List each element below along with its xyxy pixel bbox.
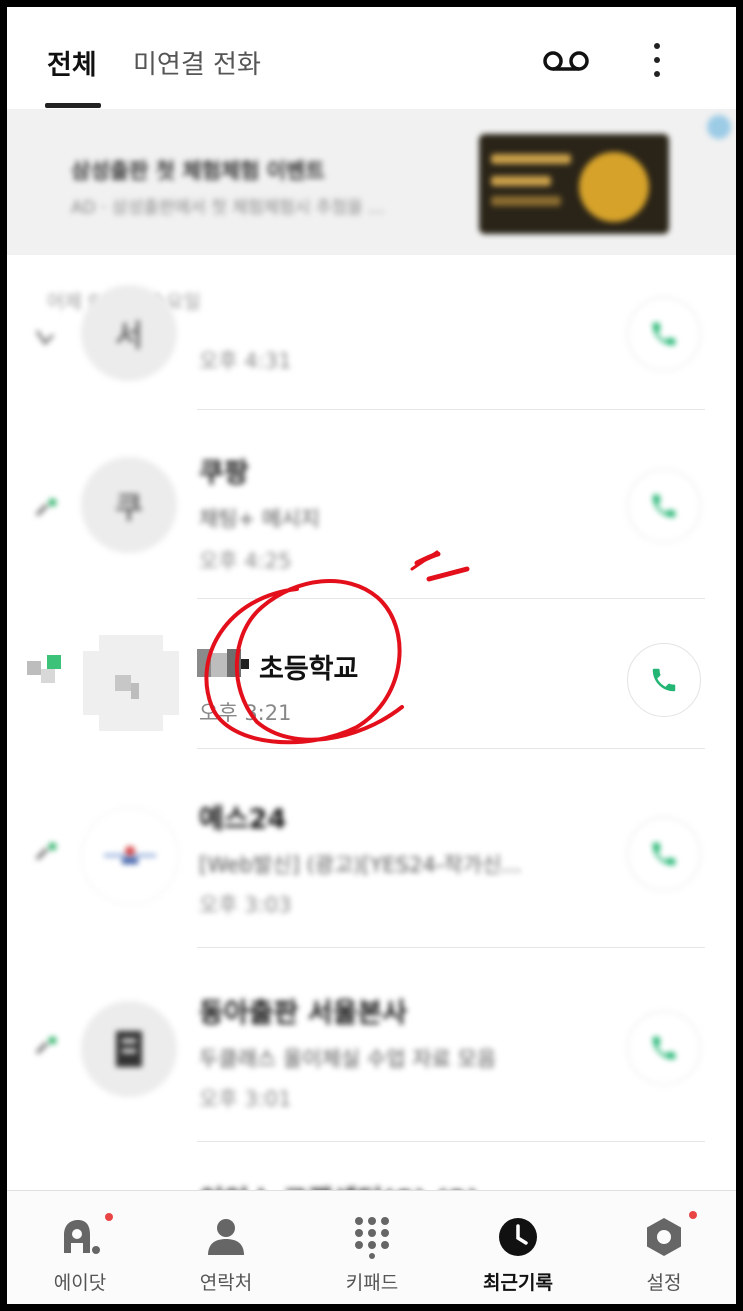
tab-all[interactable]: 전체: [47, 43, 97, 82]
call-row[interactable]: 예스24 [Web발신] (광고)[YES24-작가신... 오후 3:03: [7, 777, 736, 948]
call-row[interactable]: 서 오후 4:31: [7, 285, 736, 417]
nav-label: 연락처: [199, 1272, 253, 1294]
call-button[interactable]: [627, 817, 701, 891]
row-divider: [197, 748, 705, 749]
avatar-dongah-logo: [81, 1001, 177, 1097]
nav-contacts[interactable]: 연락처: [153, 1191, 299, 1304]
keypad-icon: [355, 1217, 389, 1259]
contact-name: 예스24: [199, 804, 287, 835]
call-type-icon-pixelated: [27, 661, 41, 675]
call-time: 오후 3:21: [199, 701, 292, 725]
phone-icon: [652, 322, 676, 346]
nav-settings[interactable]: 설정: [591, 1191, 736, 1304]
incoming-call-icon: [35, 843, 56, 861]
avatar: 서: [81, 285, 177, 381]
call-row-highlighted[interactable]: 초등학교 오후 3:21: [7, 599, 736, 749]
call-time: 오후 4:25: [199, 549, 292, 573]
ad-info-icon[interactable]: [707, 115, 731, 139]
call-detail: 두클래스 올이체실 수업 자료 모음: [199, 1047, 497, 1071]
avatar-pixelated: [83, 635, 179, 731]
name-redaction: [197, 649, 261, 679]
call-button[interactable]: [627, 643, 701, 717]
ad-banner[interactable]: 삼성출판 첫 체험체험 이벤트 AD · 삼성출판에서 첫 체험체험시 추첨을 …: [7, 109, 736, 255]
notification-dot: [105, 1213, 113, 1221]
top-bar: 전체 미연결 전화: [7, 7, 736, 109]
ad-subtitle: AD · 삼성출판에서 첫 체험체험시 추첨을 ...: [71, 198, 385, 218]
row-divider: [197, 947, 705, 948]
avatar: 쿠: [81, 457, 177, 553]
nav-label: 설정: [646, 1272, 682, 1294]
call-button[interactable]: [627, 1011, 701, 1085]
call-time: 오후 3:03: [199, 893, 292, 917]
avatar-yes24-logo: [81, 807, 179, 905]
settings-icon: [647, 1218, 681, 1256]
nav-keypad[interactable]: 키패드: [299, 1191, 445, 1304]
contact-name: 초등학교: [259, 654, 359, 685]
tab-active-indicator: [45, 103, 101, 108]
notification-dot: [689, 1211, 697, 1219]
more-vertical-icon[interactable]: [651, 43, 663, 83]
nav-label: 키패드: [345, 1272, 399, 1294]
row-divider: [197, 409, 705, 410]
nav-label: 최근기록: [483, 1272, 553, 1294]
call-row[interactable]: 쿠 쿠팡 채팅+ 메시지 오후 4:25: [7, 427, 736, 599]
outgoing-call-icon: [35, 330, 55, 346]
phone-icon: [652, 842, 676, 866]
adot-icon: [64, 1220, 100, 1254]
call-time: 오후 3:01: [199, 1087, 292, 1111]
call-button[interactable]: [627, 469, 701, 543]
call-row[interactable]: 동아출판 서울본사 두클래스 올이체실 수업 자료 모음 오후 3:01: [7, 971, 736, 1142]
contact-name: 쿠팡: [199, 458, 249, 489]
phone-icon: [652, 494, 676, 518]
phone-icon: [652, 1036, 676, 1060]
contact-name: 동아출판 서울본사: [199, 998, 408, 1029]
bottom-navigation: 에이닷 연락처 키패드 최근기록 설정: [7, 1190, 736, 1304]
ad-title: 삼성출판 첫 체험체험 이벤트: [71, 159, 325, 183]
call-time: 오후 4:31: [199, 349, 292, 373]
person-icon: [208, 1219, 244, 1255]
phone-icon: [652, 668, 676, 692]
ad-image: [479, 134, 669, 234]
nav-recents[interactable]: 최근기록: [445, 1191, 591, 1304]
voicemail-icon[interactable]: [543, 49, 589, 73]
call-detail: 채팅+ 메시지: [199, 507, 320, 531]
row-divider: [197, 1141, 705, 1142]
nav-adot[interactable]: 에이닷: [7, 1191, 153, 1304]
recents-screen: 전체 미연결 전화 삼성출판 첫 체험체험 이벤트 AD · 삼성출판에서 첫 …: [7, 7, 736, 1304]
clock-icon: [499, 1218, 537, 1256]
incoming-call-icon: [35, 499, 56, 517]
tab-missed-calls[interactable]: 미연결 전화: [133, 44, 261, 81]
call-detail: [Web발신] (광고)[YES24-작가신...: [199, 853, 522, 877]
nav-label: 에이닷: [53, 1272, 107, 1294]
call-button[interactable]: [627, 297, 701, 371]
incoming-call-icon: [35, 1037, 56, 1055]
